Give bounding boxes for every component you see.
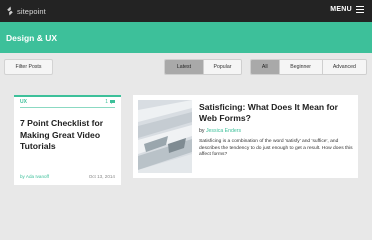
site-logo[interactable]: sitepoint — [6, 5, 46, 17]
article-card-featured[interactable]: Satisficing: What Does It Mean for Web F… — [133, 95, 358, 178]
level-beginner-button[interactable]: Beginner — [278, 60, 322, 74]
level-all-button[interactable]: All — [251, 60, 279, 74]
filter-bar: Filter Posts Latest Popular All Beginner… — [0, 53, 372, 83]
section-title: Design & UX — [6, 33, 58, 43]
article-category[interactable]: UX — [20, 99, 27, 105]
sort-latest-button[interactable]: Latest — [165, 60, 203, 74]
hamburger-icon — [356, 6, 364, 13]
sitepoint-logo-icon — [7, 6, 13, 16]
top-navigation-bar: sitepoint MENU — [0, 0, 372, 22]
comment-count[interactable]: 1 — [105, 99, 115, 105]
logo-text: sitepoint — [17, 6, 46, 16]
article-date: Oct 13, 2014 — [88, 174, 115, 179]
thumbnail-image — [138, 100, 192, 173]
article-author[interactable]: by Ada Ivanoff — [20, 174, 49, 179]
article-excerpt: Satisficing is a combination of the word… — [199, 139, 353, 158]
menu-button[interactable]: MENU — [330, 6, 364, 13]
byline-prefix: by — [199, 128, 205, 134]
section-banner: Design & UX — [0, 22, 372, 53]
level-toggle: All Beginner Advanced — [250, 59, 367, 75]
article-title[interactable]: Satisficing: What Does It Mean for Web F… — [199, 102, 354, 124]
sort-toggle: Latest Popular — [164, 59, 242, 75]
sort-popular-button[interactable]: Popular — [202, 60, 241, 74]
filter-posts-button[interactable]: Filter Posts — [4, 59, 53, 75]
article-card[interactable]: UX 1 7 Point Checklist for Making Great … — [14, 95, 121, 185]
level-advanced-button[interactable]: Advanced — [321, 60, 366, 74]
comment-bubble-icon — [110, 100, 115, 104]
article-meta: by Ada Ivanoff Oct 13, 2014 — [20, 174, 115, 179]
article-title[interactable]: 7 Point Checklist for Making Great Video… — [20, 118, 116, 153]
article-author[interactable]: Jessica Enders — [206, 128, 241, 134]
comment-count-value: 1 — [105, 99, 108, 105]
menu-label: MENU — [330, 6, 352, 13]
card-divider — [20, 107, 115, 108]
article-byline: by Jessica Enders — [199, 128, 241, 134]
article-thumbnail[interactable] — [138, 100, 192, 173]
